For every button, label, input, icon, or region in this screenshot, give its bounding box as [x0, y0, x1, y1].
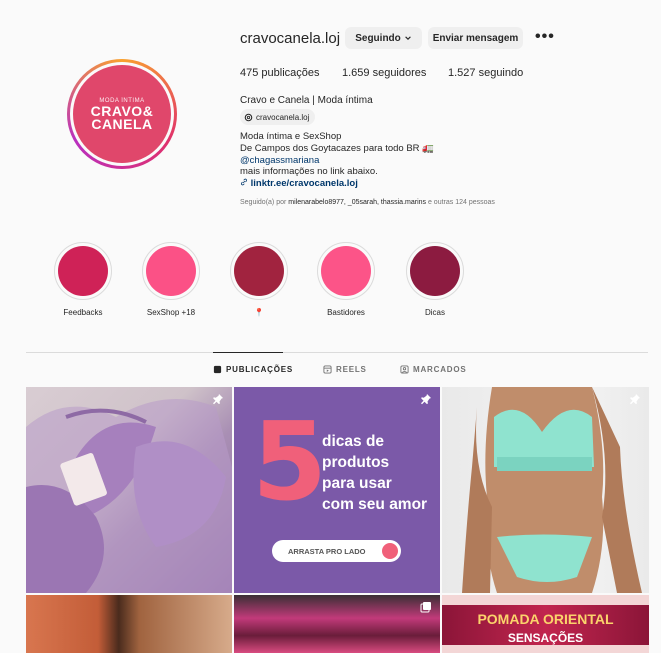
swipe-label: ARRASTA PRO LADO [288, 546, 366, 556]
post-thumbnail[interactable] [26, 595, 232, 653]
following-count[interactable]: 1.527 seguindo [448, 67, 523, 79]
reels-icon [323, 365, 332, 374]
post-image [26, 399, 232, 593]
bio-line-4: mais informações no link abaixo. [240, 166, 378, 178]
profile-full-name: Cravo e Canela | Moda íntima [240, 95, 373, 106]
highlight-location[interactable]: 📍 [229, 242, 289, 317]
highlight-label: SexShop +18 [146, 308, 196, 317]
post-subheadline: SENSAÇÕES [507, 631, 584, 645]
tab-posts-label: PUBLICAÇÕES [226, 365, 294, 374]
followers-count[interactable]: 1.659 seguidores [342, 67, 426, 79]
tab-posts[interactable]: PUBLICAÇÕES [213, 365, 293, 374]
carousel-icon [420, 602, 431, 613]
avatar-brand-line2: CANELA [91, 115, 153, 132]
post-title-line3: para usar [322, 475, 392, 492]
highlight-cover [410, 246, 460, 296]
threads-handle: cravocanela.loj [256, 112, 310, 122]
tabs-divider [26, 352, 648, 353]
posts-count: 475 publicações [240, 67, 320, 79]
more-options-icon[interactable]: ••• [535, 28, 555, 46]
pinned-icon [630, 394, 640, 405]
post-title: dicas de produtos para usar com seu amor [322, 431, 427, 515]
tab-reels-label: REELS [336, 365, 367, 374]
followed-by[interactable]: Seguido(a) por milenarabelo8977, _05sara… [240, 199, 495, 206]
post-pomada-oriental[interactable]: POMADA ORIENTAL SENSAÇÕES [442, 595, 649, 653]
post-mint-lingerie[interactable] [442, 387, 649, 593]
followed-by-suffix: e outras 124 pessoas [426, 199, 495, 206]
followed-by-prefix: Seguido(a) por [240, 199, 289, 206]
bio-line-2: De Campos dos Goytacazes para todo BR 🚛 [240, 142, 435, 154]
threads-icon [244, 113, 253, 121]
bio-line-1: Moda íntima e SexShop [240, 131, 342, 142]
send-message-button[interactable]: Enviar mensagem [428, 27, 523, 49]
avatar-logo: MODA ÍNTIMA CRAVO& CANELA [73, 65, 171, 163]
tab-tagged[interactable]: MARCADOS [400, 365, 467, 374]
pinned-icon [421, 394, 431, 405]
following-button-label: Seguindo [355, 32, 401, 44]
highlight-cover [146, 246, 196, 296]
tab-tagged-label: MARCADOS [413, 365, 467, 374]
swipe-dot [382, 543, 398, 559]
highlight-sexshop[interactable]: SexShop +18 [141, 242, 201, 317]
tagged-icon [400, 365, 409, 374]
post-headline: POMADA ORIENTAL [477, 611, 614, 627]
tab-reels[interactable]: REELS [323, 365, 367, 374]
bio-external-link[interactable]: linktr.ee/cravocanela.loj [240, 178, 434, 190]
bio-link-text: linktr.ee/cravocanela.loj [250, 178, 358, 190]
link-icon [241, 178, 247, 186]
send-message-label: Enviar mensagem [432, 32, 519, 44]
highlight-bastidores[interactable]: Bastidores [316, 242, 376, 317]
highlight-cover [58, 246, 108, 296]
highlight-cover [234, 246, 284, 296]
highlight-feedbacks[interactable]: Feedbacks [53, 242, 113, 317]
grid-icon [213, 365, 222, 374]
post-title-line2: produtos [322, 454, 390, 471]
highlight-cover [321, 246, 371, 296]
avatar-subtitle: MODA ÍNTIMA [99, 97, 145, 104]
pinned-icon [213, 394, 223, 405]
post-thumbnail[interactable] [234, 595, 440, 653]
highlight-dicas[interactable]: Dicas [405, 242, 465, 317]
post-image [462, 387, 642, 593]
profile-username: cravocanela.loj [240, 30, 341, 47]
post-big-number: 5 [252, 400, 328, 525]
active-tab-indicator [213, 352, 283, 353]
highlight-label: Feedbacks [63, 308, 103, 317]
bio-mention-link[interactable]: @chagassmariana [240, 155, 434, 167]
post-title-line1: dicas de [322, 433, 385, 450]
threads-badge[interactable]: cravocanela.loj [240, 109, 316, 125]
highlight-label: 📍 [254, 308, 264, 317]
highlight-label: Dicas [424, 308, 445, 317]
post-5-dicas[interactable]: 5 dicas de produtos para usar com seu am… [234, 387, 440, 593]
post-lilac-bra[interactable] [26, 387, 232, 593]
highlight-label: Bastidores [327, 308, 365, 317]
post-title-line4: com seu amor [322, 496, 428, 513]
chevron-down-icon [404, 36, 411, 40]
following-button[interactable]: Seguindo [345, 27, 422, 49]
profile-avatar[interactable]: MODA ÍNTIMA CRAVO& CANELA [67, 59, 177, 169]
followed-by-names: milenarabelo8977, _05sarah, thassia.mari… [288, 199, 427, 206]
swipe-pill: ARRASTA PRO LADO [272, 540, 401, 562]
profile-bio: Moda íntima e SexShop De Campos dos Goyt… [240, 131, 434, 190]
